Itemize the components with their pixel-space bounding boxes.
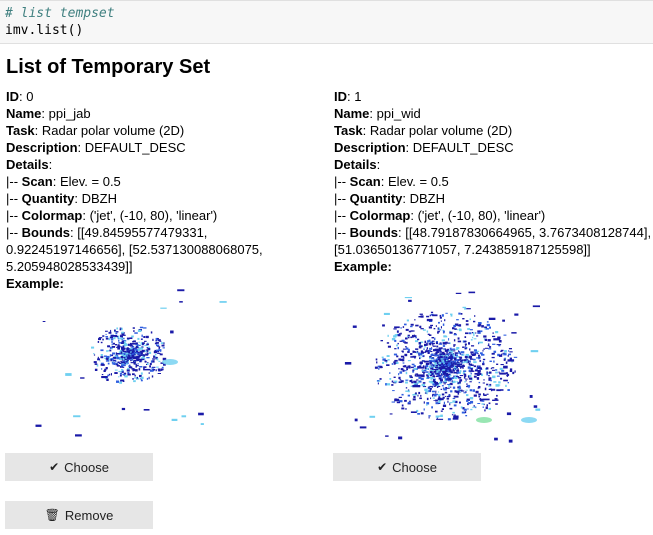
quantity-row: |-- Quantity: DBZH: [334, 191, 446, 206]
colormap-row: |-- Colormap: ('jet', (-10, 80), 'linear…: [334, 208, 546, 223]
details-row: Details:: [6, 157, 53, 172]
description-value: DEFAULT_DESC: [412, 140, 514, 155]
scan-row: |-- Scan: Elev. = 0.5: [334, 174, 449, 189]
scan-row: |-- Scan: Elev. = 0.5: [6, 174, 121, 189]
task-row: Task: Radar polar volume (2D): [6, 123, 185, 138]
check-icon: ✔: [377, 460, 388, 474]
id-row: ID: 0: [6, 89, 34, 104]
details-row: Details:: [334, 157, 381, 172]
radar-example-image-1: [344, 291, 541, 443]
task-value: Radar polar volume (2D): [369, 123, 513, 138]
quantity-row: |-- Quantity: DBZH: [6, 191, 118, 206]
id-value: 1: [354, 89, 362, 104]
id-row: ID: 1: [334, 89, 362, 104]
name-row: Name: ppi_wid: [334, 106, 421, 121]
radar-example-image-0: [35, 289, 227, 437]
check-icon: ✔: [49, 460, 60, 474]
page-title: List of Temporary Set: [6, 56, 211, 78]
example-row: Example:: [334, 259, 392, 274]
scan-value: Elev. = 0.5: [387, 174, 449, 189]
bounds-row: |-- Bounds: [[49.84595577479331, 0.92245…: [6, 225, 263, 274]
trash-icon: 🗑: [44, 508, 60, 522]
choose-button-1[interactable]: ✔ Choose: [333, 453, 481, 481]
name-value: ppi_wid: [376, 106, 421, 121]
code-comment: # list tempset: [5, 6, 115, 21]
task-row: Task: Radar polar volume (2D): [334, 123, 513, 138]
quantity-value: DBZH: [81, 191, 118, 206]
id-value: 0: [26, 89, 34, 104]
description-value: DEFAULT_DESC: [84, 140, 186, 155]
colormap-row: |-- Colormap: ('jet', (-10, 80), 'linear…: [6, 208, 218, 223]
remove-label: Remove: [64, 507, 114, 523]
scan-value: Elev. = 0.5: [59, 174, 121, 189]
task-value: Radar polar volume (2D): [41, 123, 185, 138]
description-row: Description: DEFAULT_DESC: [334, 140, 514, 155]
name-value: ppi_jab: [48, 106, 91, 121]
code-call: imv.list(): [5, 23, 84, 38]
description-row: Description: DEFAULT_DESC: [6, 140, 186, 155]
tempset-1: ID: 1 Name: ppi_wid Task: Radar polar vo…: [334, 88, 653, 275]
choose-label: Choose: [392, 459, 437, 475]
bounds-row: |-- Bounds: [[48.79187830664965, 3.76734…: [334, 225, 652, 257]
colormap-value: ('jet', (-10, 80), 'linear'): [89, 208, 218, 223]
colormap-value: ('jet', (-10, 80), 'linear'): [417, 208, 546, 223]
choose-label: Choose: [64, 459, 109, 475]
code-cell[interactable]: # list tempset imv.list(): [0, 0, 653, 44]
tempset-0: ID: 0 Name: ppi_jab Task: Radar polar vo…: [6, 88, 328, 292]
choose-button-0[interactable]: ✔ Choose: [5, 453, 153, 481]
quantity-value: DBZH: [409, 191, 446, 206]
name-row: Name: ppi_jab: [6, 106, 91, 121]
remove-button[interactable]: 🗑 Remove: [5, 501, 153, 529]
